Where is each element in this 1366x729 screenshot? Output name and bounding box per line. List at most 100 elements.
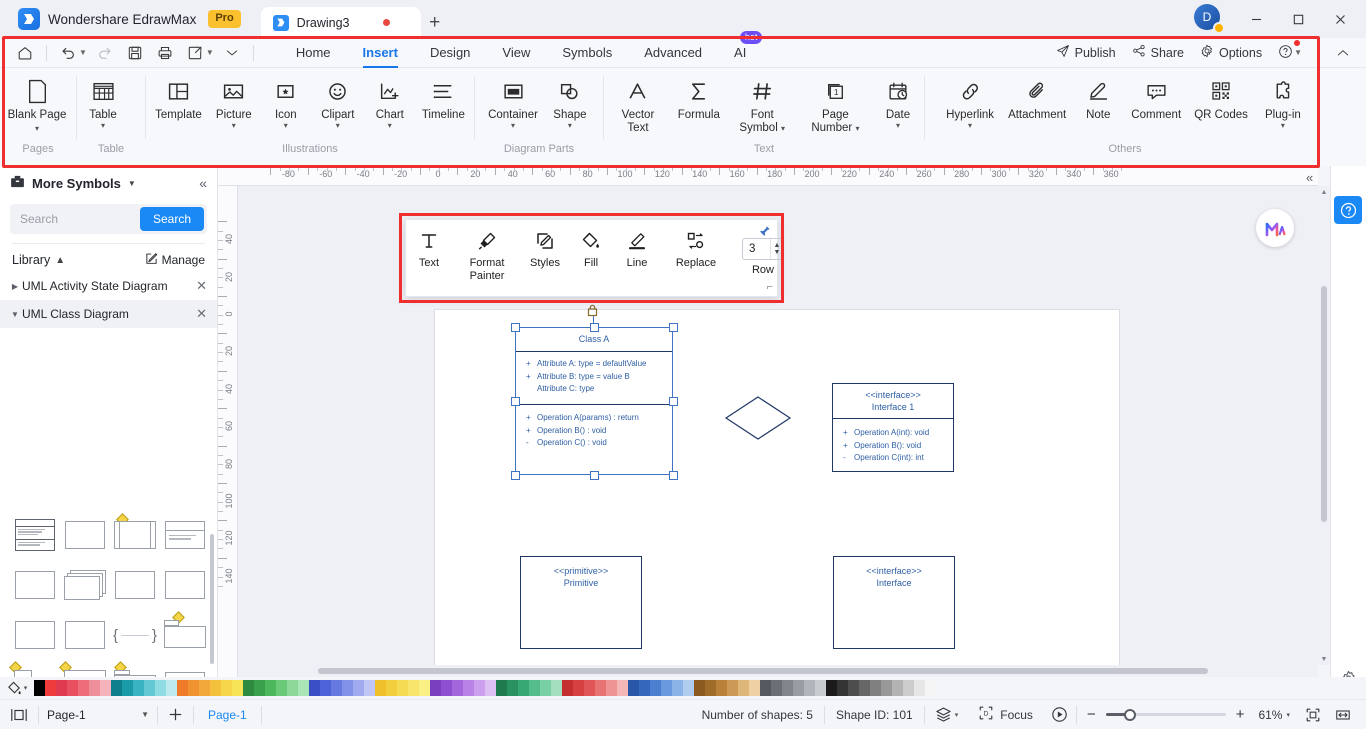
replace-button[interactable]: Replace <box>668 220 724 296</box>
zoom-knob[interactable] <box>1123 708 1136 721</box>
color-swatch[interactable] <box>672 680 683 696</box>
color-swatch[interactable] <box>342 680 353 696</box>
manage-button[interactable]: Manage <box>145 252 205 268</box>
resize-handle-s[interactable] <box>589 470 599 480</box>
color-swatch[interactable] <box>463 680 474 696</box>
color-swatch[interactable] <box>188 680 199 696</box>
search-button[interactable]: Search <box>139 207 204 231</box>
zoom-in-button[interactable]: + <box>1226 700 1255 729</box>
color-swatch[interactable] <box>507 680 518 696</box>
color-swatch[interactable] <box>749 680 760 696</box>
options-button[interactable]: Options <box>1194 41 1268 64</box>
fit-width-button[interactable] <box>1328 700 1358 729</box>
hyperlink-button[interactable]: Hyperlink ▾ <box>938 72 1002 130</box>
color-swatch[interactable] <box>760 680 771 696</box>
color-swatch[interactable] <box>67 680 78 696</box>
palette-shape-enumeration[interactable] <box>110 566 160 604</box>
container-button[interactable]: Container ▾ <box>482 72 544 130</box>
vertical-ruler[interactable]: 40 20 0 20 40 60 80 100 120 140 <box>218 186 238 695</box>
format-painter-button[interactable]: Format Painter <box>460 220 514 296</box>
home-button[interactable] <box>10 40 40 66</box>
tab-advanced[interactable]: Advanced <box>628 38 718 68</box>
scroll-up-arrow[interactable]: ▲ <box>1318 186 1330 198</box>
close-icon[interactable]: ✕ <box>196 306 207 322</box>
color-swatch[interactable] <box>661 680 672 696</box>
color-swatch[interactable] <box>694 680 705 696</box>
diagram-page[interactable]: Class A + Attribute A: type = defaultValu… <box>435 304 1119 695</box>
chevron-down-icon[interactable]: ▼ <box>128 179 136 188</box>
color-swatch[interactable] <box>529 680 540 696</box>
color-swatch[interactable] <box>133 680 144 696</box>
color-swatch[interactable] <box>298 680 309 696</box>
right-rail-collapse-icon[interactable]: « <box>1306 170 1313 185</box>
presentation-play-button[interactable] <box>1043 700 1076 729</box>
lock-icon[interactable] <box>587 304 598 320</box>
font-symbol-button[interactable]: Font Symbol ▾ <box>726 72 799 135</box>
color-swatch[interactable] <box>243 680 254 696</box>
zoom-out-button[interactable]: − <box>1077 700 1106 729</box>
scroll-down-arrow[interactable]: ▼ <box>1318 653 1330 665</box>
color-swatch[interactable] <box>232 680 243 696</box>
tab-view[interactable]: View <box>486 38 546 68</box>
color-swatch[interactable] <box>78 680 89 696</box>
chevron-down-icon[interactable]: ▾ <box>855 124 859 133</box>
plugin-button[interactable]: Plug-in ▾ <box>1254 72 1312 130</box>
spinner-down-icon[interactable]: ▼ <box>774 249 781 256</box>
color-swatch[interactable] <box>683 680 694 696</box>
clipart-button[interactable]: Clipart ▾ <box>312 72 364 130</box>
shape-diamond[interactable] <box>723 395 793 441</box>
color-swatch[interactable] <box>540 680 551 696</box>
shape-interface[interactable]: <<interface>> Interface <box>833 556 955 649</box>
quick-access-more-button[interactable] <box>217 40 247 66</box>
share-button[interactable]: Share <box>1126 41 1190 64</box>
redo-button[interactable] <box>90 40 120 66</box>
timeline-button[interactable]: Timeline <box>416 72 471 122</box>
chart-button[interactable]: Chart ▾ <box>364 72 416 130</box>
canvas-vertical-scrollbar[interactable]: ▲ ▼ <box>1318 186 1330 665</box>
palette-shape-package[interactable] <box>160 611 210 654</box>
color-swatch[interactable] <box>276 680 287 696</box>
palette-shape-primitive[interactable] <box>60 616 110 654</box>
fill-color-icon[interactable]: ▾ <box>0 681 34 696</box>
color-swatch[interactable] <box>287 680 298 696</box>
color-swatch[interactable] <box>309 680 320 696</box>
ai-assistant-button[interactable] <box>1256 209 1294 247</box>
palette-shape-class-stack[interactable] <box>60 566 110 604</box>
color-swatch[interactable] <box>45 680 56 696</box>
color-swatch[interactable] <box>738 680 749 696</box>
color-swatch[interactable] <box>199 680 210 696</box>
attachment-button[interactable]: Attachment <box>1002 72 1072 122</box>
color-swatch[interactable] <box>925 680 936 696</box>
sidebar-scrollbar-thumb[interactable] <box>210 534 214 664</box>
account-avatar-wrap[interactable]: D <box>1194 4 1225 34</box>
color-swatch[interactable] <box>34 680 45 696</box>
color-swatch[interactable] <box>639 680 650 696</box>
template-button[interactable]: Template <box>149 72 208 122</box>
color-swatch[interactable] <box>485 680 496 696</box>
color-swatch[interactable] <box>210 680 221 696</box>
color-swatch[interactable] <box>100 680 111 696</box>
chevron-down-icon[interactable]: ▾ <box>781 124 785 133</box>
close-button[interactable] <box>1320 0 1360 38</box>
chevron-down-icon[interactable]: ▾ <box>955 711 959 719</box>
note-button[interactable]: Note <box>1072 72 1124 122</box>
focus-button[interactable]: D Focus <box>968 700 1043 729</box>
horizontal-ruler[interactable]: -80 -60 -40 -20 0 20 40 60 80 100 120 140 160 180 200 2… <box>218 166 1318 186</box>
maximize-button[interactable] <box>1278 0 1318 38</box>
color-swatch[interactable] <box>584 680 595 696</box>
color-swatch[interactable] <box>573 680 584 696</box>
hscroll-thumb[interactable] <box>318 668 1208 674</box>
color-swatch[interactable] <box>56 680 67 696</box>
library-item-uml-activity-state-diagram[interactable]: ▶ UML Activity State Diagram ✕ <box>0 272 217 300</box>
tab-design[interactable]: Design <box>414 38 486 68</box>
color-swatch[interactable] <box>518 680 529 696</box>
color-swatch[interactable] <box>914 680 925 696</box>
color-swatch[interactable] <box>111 680 122 696</box>
formula-button[interactable]: Formula <box>672 72 726 122</box>
canvas-horizontal-scrollbar[interactable] <box>238 665 1318 677</box>
comment-button[interactable]: Comment <box>1124 72 1188 122</box>
color-swatch[interactable] <box>265 680 276 696</box>
color-swatch[interactable] <box>320 680 331 696</box>
color-swatch[interactable] <box>155 680 166 696</box>
chevron-down-icon[interactable]: ▾ <box>101 122 105 130</box>
